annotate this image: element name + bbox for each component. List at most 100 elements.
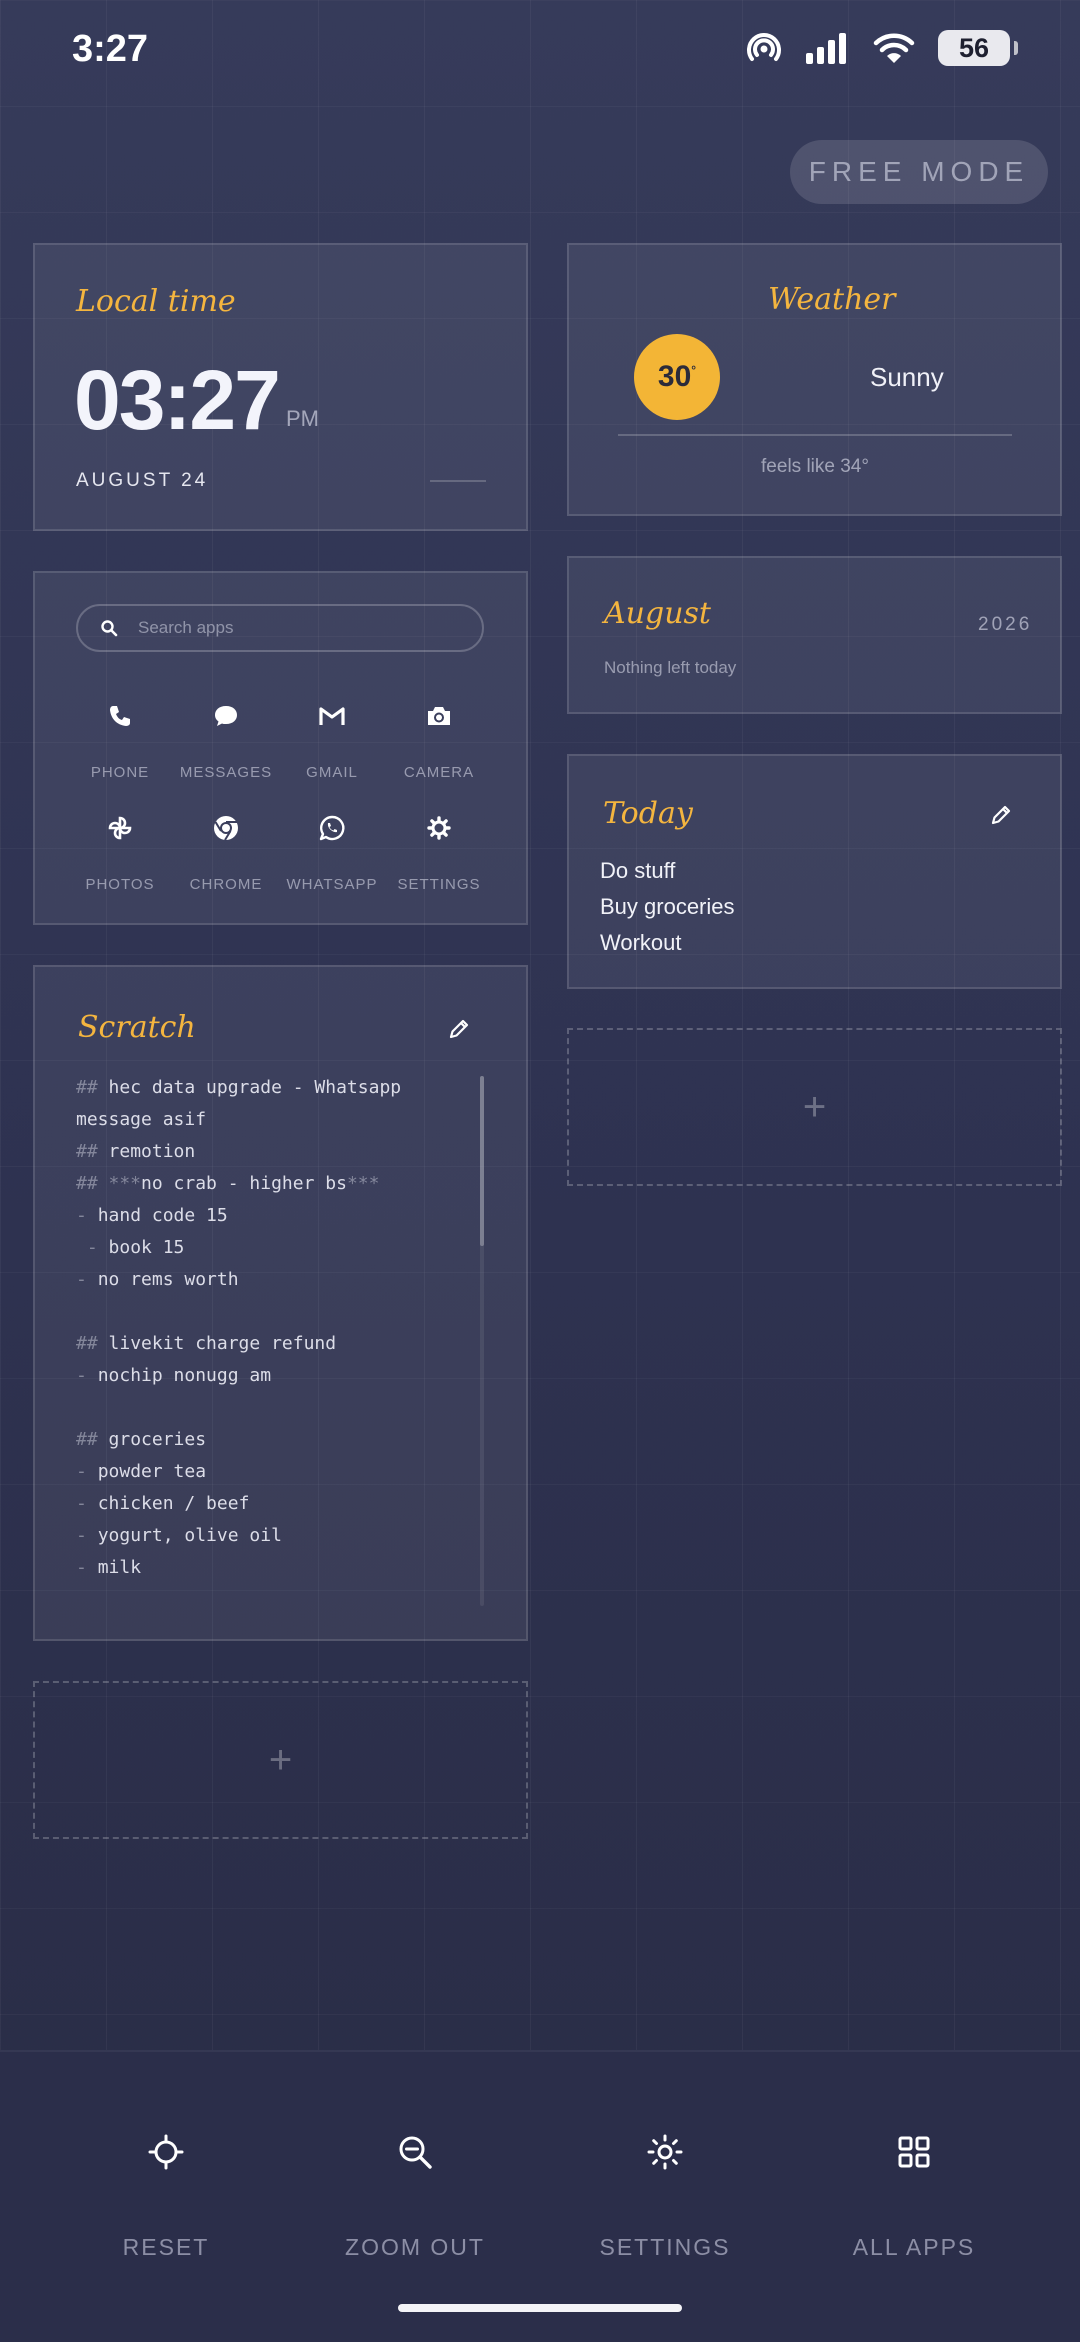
crosshair-icon [148,2134,184,2170]
app-whatsapp[interactable]: WHATSAPP [279,806,385,893]
pinwheel-icon [108,816,132,840]
scratch-text: livekit charge refund [108,1333,337,1354]
scratch-line: - milk [76,1552,466,1584]
gear-icon [427,816,451,840]
add-widget-slot[interactable]: + [567,1028,1062,1186]
todo-item[interactable]: Workout [600,930,682,956]
zoom-out-label: ZOOM OUT [345,2234,485,2260]
home-indicator[interactable] [398,2304,682,2312]
chrome-icon [214,816,238,841]
clock-time: 03:27 [74,353,281,447]
degree-symbol: ° [691,363,697,377]
status-time: 3:27 [72,28,149,70]
todo-item[interactable]: Do stuff [600,858,675,884]
all-apps-label: ALL APPS [852,2234,976,2260]
feels-like: feels like 34° [761,456,869,477]
gmail-icon [319,707,345,725]
scrollbar-thumb[interactable] [480,1076,484,1246]
scratch-line: - hand code 15 [76,1200,466,1232]
zoom-out-button[interactable]: ZOOM OUT [305,2122,525,2261]
phone-icon [110,706,130,726]
weather-condition: Sunny [870,362,944,392]
app-label: SETTINGS [397,876,481,893]
app-photos[interactable]: PHOTOS [67,806,173,893]
clock-date: AUGUST 24 [76,470,209,491]
scratch-line: ## remotion [76,1136,466,1168]
app-label: MESSAGES [179,764,273,781]
calendar-year: 2026 [978,614,1033,635]
status-icons: 56 [746,30,1018,66]
add-icon: + [802,1084,827,1129]
reset-label: RESET [122,2234,210,2260]
scratch-line: ## hec data upgrade - Whatsapp [76,1072,466,1104]
markdown-marker: ## [76,1141,109,1162]
markdown-marker: - [76,1205,98,1226]
scratch-content[interactable]: ## hec data upgrade - Whatsapp message as… [76,1072,466,1584]
add-widget-slot[interactable]: + [33,1681,528,1839]
app-messages[interactable]: MESSAGES [173,694,279,781]
divider [430,480,486,482]
add-icon: + [268,1737,293,1782]
scratch-text: hec data upgrade - Whatsapp [108,1077,402,1098]
scratch-line: ## groceries [76,1424,466,1456]
todo-item[interactable]: Buy groceries [600,894,735,920]
scratch-text: no crab - higher bs [141,1173,347,1194]
scratch-text: hand code 15 [97,1205,228,1226]
bottom-toolbar: RESET ZOOM OUT SETTINGS ALL APPS [0,2050,1080,2342]
temperature-badge: 30 ° [634,334,720,420]
scratch-line: ## ***no crab - higher bs*** [76,1168,466,1200]
calendar-title: August [604,596,711,631]
scratch-text: remotion [108,1141,196,1162]
scratch-line: ## livekit charge refund [76,1328,466,1360]
weather-title: Weather [768,282,896,317]
scratch-line: - nochip nonugg am [76,1360,466,1392]
app-search[interactable] [76,604,484,652]
app-label: CHROME [189,876,263,893]
divider [618,434,1012,436]
app-label: PHOTOS [85,876,155,893]
free-mode-button[interactable]: FREE MODE [790,140,1048,204]
scratch-text: groceries [108,1429,207,1450]
scratch-line: message asif [76,1104,466,1136]
app-label: WHATSAPP [286,876,378,893]
markdown-marker: ## [76,1077,109,1098]
markdown-marker: ## [76,1333,109,1354]
scratch-line: - chicken / beef [76,1488,466,1520]
search-input[interactable] [136,617,460,639]
edit-icon[interactable] [986,800,1016,830]
reset-button[interactable]: RESET [56,2122,276,2261]
edit-icon[interactable] [444,1014,474,1044]
zoom-out-icon [399,2136,432,2169]
calendar-subtitle: Nothing left today [604,658,737,677]
signal-icon [806,33,846,64]
app-settings[interactable]: SETTINGS [386,806,492,893]
markdown-marker: - [76,1237,109,1258]
markdown-marker: - [76,1461,98,1482]
app-gmail[interactable]: GMAIL [279,694,385,781]
hotspot-icon [747,33,781,61]
battery-level: 56 [958,32,990,63]
scratch-line [76,1392,466,1424]
settings-button[interactable]: SETTINGS [555,2122,775,2261]
settings-label: SETTINGS [599,2234,731,2260]
app-chrome[interactable]: CHROME [173,806,279,893]
markdown-marker: *** [346,1173,380,1194]
scratch-text: book 15 [108,1237,185,1258]
search-icon [101,620,118,637]
scratch-text: powder tea [97,1461,207,1482]
chat-bubble-icon [215,706,237,726]
app-label: CAMERA [403,764,475,781]
markdown-marker: ## *** [76,1173,142,1194]
scratch-line: - yogurt, olive oil [76,1520,466,1552]
scratch-line: - book 15 [76,1232,466,1264]
scratch-text: chicken / beef [97,1493,250,1514]
app-phone[interactable]: PHONE [67,694,173,781]
all-apps-button[interactable]: ALL APPS [804,2122,1024,2261]
scratch-text: yogurt, olive oil [97,1525,282,1546]
grid-icon [898,2136,930,2168]
app-camera[interactable]: CAMERA [386,694,492,781]
scratch-title: Scratch [78,1010,196,1045]
today-title: Today [603,796,693,831]
scratch-line [76,1296,466,1328]
scratch-text: message asif [76,1109,207,1130]
